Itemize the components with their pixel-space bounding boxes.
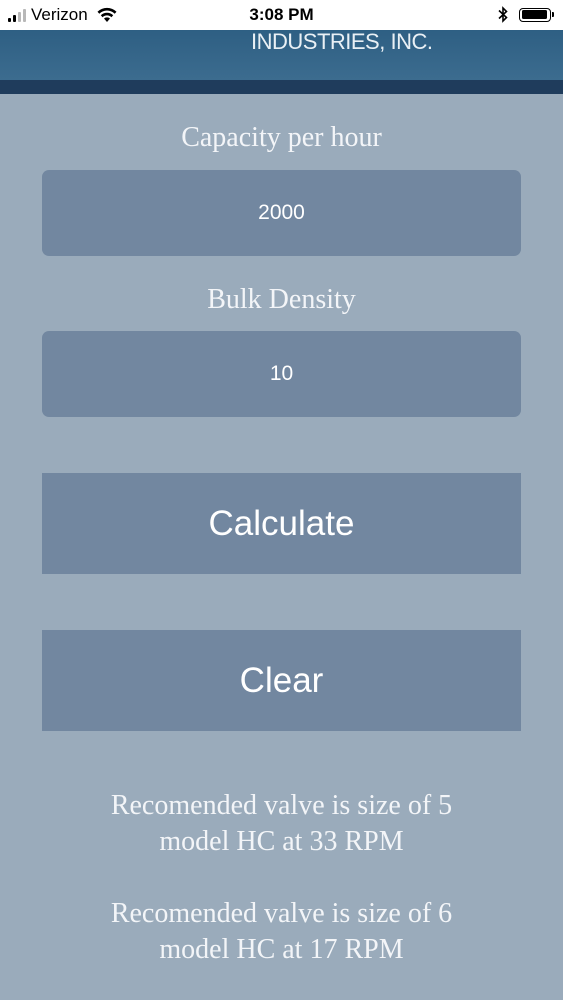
capacity-input[interactable] <box>42 170 521 256</box>
calculate-button[interactable]: Calculate <box>42 473 521 574</box>
status-bar: Verizon 3:08 PM <box>0 0 563 30</box>
status-right <box>497 6 554 23</box>
battery-level <box>521 10 547 19</box>
density-input[interactable] <box>42 331 521 417</box>
brand-logo-text: INDUSTRIES, INC. <box>251 29 433 54</box>
result-1-line1: Recomended valve is size of 5 <box>110 790 453 821</box>
result-2: Recomended valve is size of 6 model HC a… <box>60 896 503 968</box>
result-2-line2: model HC at 17 RPM <box>159 934 404 965</box>
status-time: 3:08 PM <box>249 5 314 24</box>
result-1: Recomended valve is size of 5 model HC a… <box>60 788 503 860</box>
header-divider <box>0 80 563 94</box>
result-2-line1: Recomended valve is size of 6 <box>110 898 453 929</box>
result-1-line2: model HC at 33 RPM <box>159 826 404 857</box>
density-label: Bulk Density <box>207 284 356 315</box>
clear-button[interactable]: Clear <box>42 630 521 731</box>
bluetooth-icon <box>498 6 508 23</box>
app-header: INDUSTRIES, INC. <box>0 30 563 80</box>
capacity-label: Capacity per hour <box>181 122 382 153</box>
battery-icon <box>519 7 554 22</box>
